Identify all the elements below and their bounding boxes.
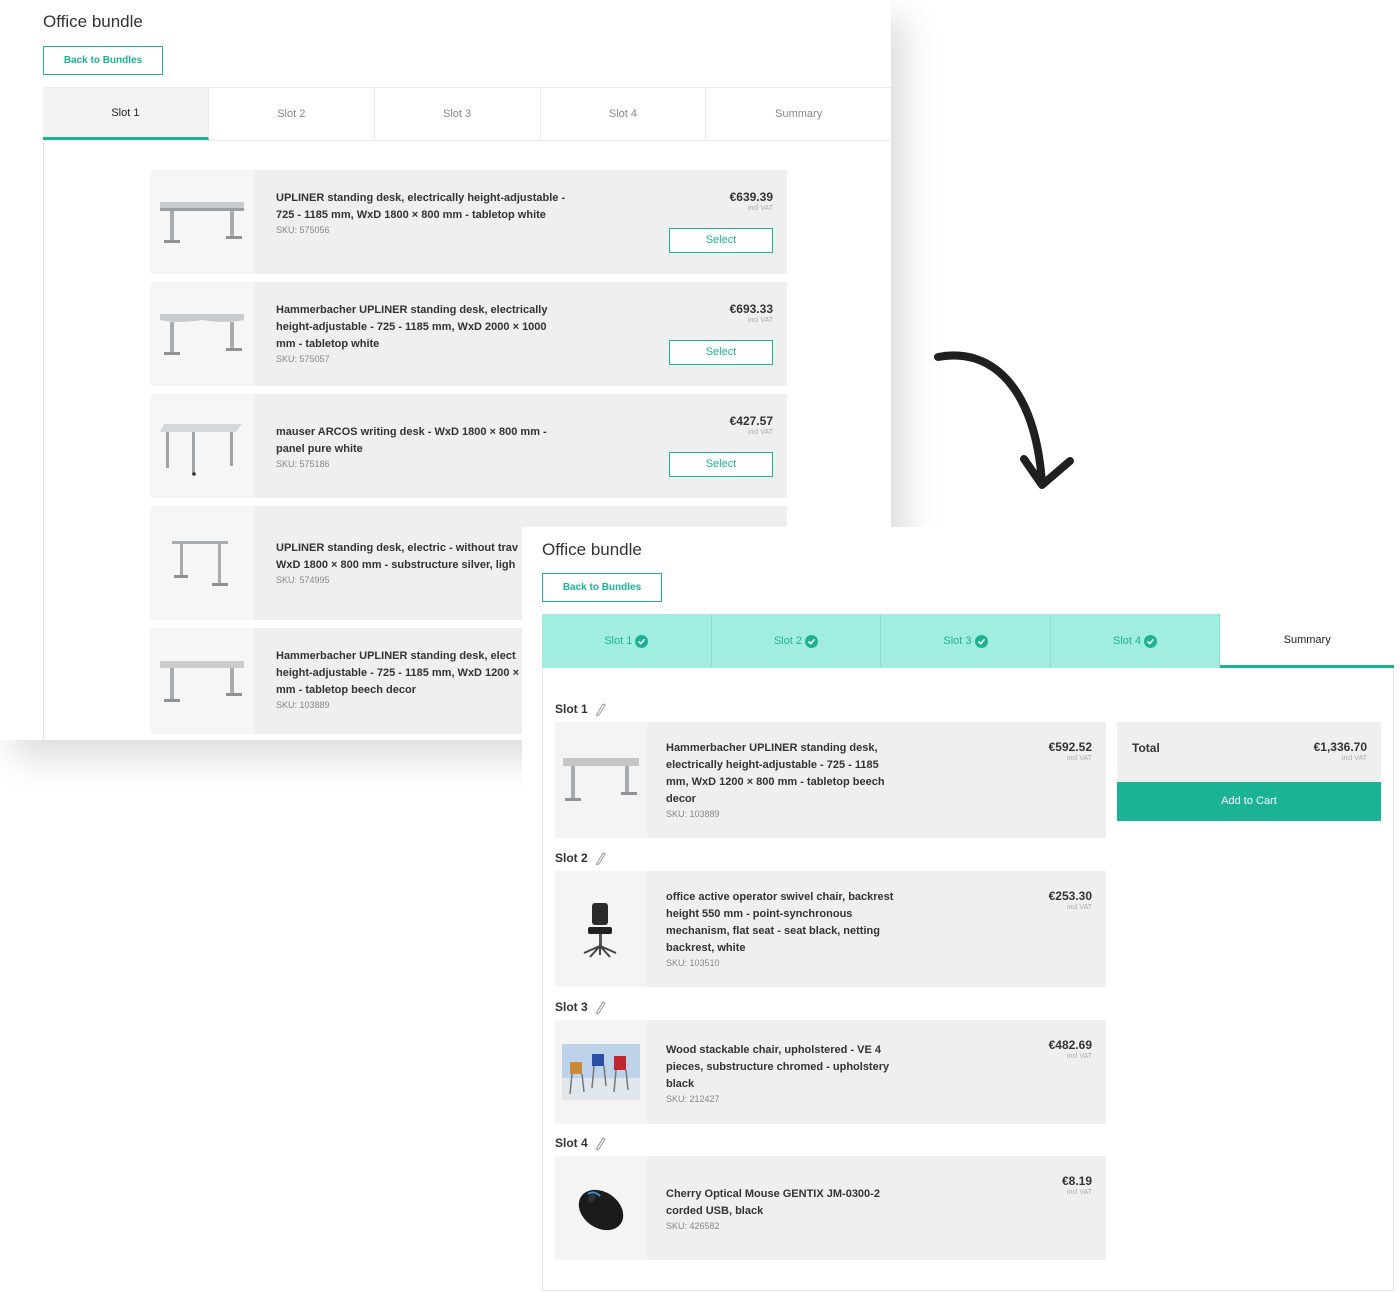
tab-slot-2[interactable]: Slot 2 xyxy=(711,614,882,668)
standing-desk-icon xyxy=(150,282,254,386)
edit-pencil-icon[interactable] xyxy=(594,702,606,716)
checkmark-icon xyxy=(804,634,818,648)
product-name: office active operator swivel chair, bac… xyxy=(666,891,894,954)
desk-frame-icon xyxy=(150,506,254,620)
product-price: €693.33 xyxy=(729,302,773,316)
product-name: UPLINER standing desk, electric - withou… xyxy=(276,542,519,571)
add-to-cart-button[interactable]: Add to Cart xyxy=(1117,782,1381,821)
curved-arrow-icon xyxy=(934,351,1074,489)
product-sku: SKU: 212427 xyxy=(666,1094,720,1104)
tab-slot-3[interactable]: Slot 3 xyxy=(375,88,541,140)
writing-desk-icon xyxy=(150,394,254,498)
bundle-screen-summary: Office bundle Back to Bundles Slot 1 Slo… xyxy=(522,527,1400,1292)
product-name: Hammerbacher UPLINER standing desk, elec… xyxy=(276,650,520,696)
tab-summary[interactable]: Summary xyxy=(1220,614,1395,668)
stackable-chairs-image xyxy=(555,1020,647,1124)
slot-heading: Slot 3 xyxy=(555,1000,606,1014)
content-divider xyxy=(43,141,44,740)
product-sku: SKU: 103889 xyxy=(666,809,720,819)
price-vat-note: incl VAT xyxy=(1066,1189,1092,1196)
slot-heading: Slot 1 xyxy=(555,702,606,716)
tab-slot-1[interactable]: Slot 1 xyxy=(542,614,712,668)
select-button[interactable]: Select xyxy=(669,452,773,477)
product-row: UPLINER standing desk, electrically heig… xyxy=(150,170,787,274)
tab-label: Slot 2 xyxy=(773,635,802,647)
product-price: €482.69 xyxy=(1048,1038,1092,1052)
price-vat-note: incl VAT xyxy=(1341,755,1367,762)
price-vat-note: incl VAT xyxy=(747,429,773,436)
product-sku: SKU: 575057 xyxy=(276,354,330,364)
slot-heading: Slot 4 xyxy=(555,1136,606,1150)
tab-slot-4[interactable]: Slot 4 xyxy=(1050,614,1221,668)
product-sku: SKU: 103510 xyxy=(666,958,720,968)
product-row: Hammerbacher UPLINER standing desk, elec… xyxy=(150,282,787,386)
product-name: Wood stackable chair, upholstered - VE 4… xyxy=(666,1044,890,1090)
tab-label: Slot 1 xyxy=(604,635,633,647)
slot-label: Slot 2 xyxy=(555,851,588,865)
page-title: Office bundle xyxy=(43,12,143,31)
mouse-icon xyxy=(555,1156,647,1260)
price-vat-note: incl VAT xyxy=(1066,1053,1092,1060)
checkmark-icon xyxy=(635,634,649,648)
slot-tabs: Slot 1 Slot 2 Slot 3 Slot 4 Summary xyxy=(542,614,1395,668)
price-vat-note: incl VAT xyxy=(1066,904,1092,911)
standing-desk-icon xyxy=(555,722,647,838)
slot-heading: Slot 2 xyxy=(555,851,606,865)
summary-item-row: Hammerbacher UPLINER standing desk, elec… xyxy=(555,722,1106,838)
edit-pencil-icon[interactable] xyxy=(594,1000,606,1014)
product-sku: SKU: 575186 xyxy=(276,459,330,469)
tab-summary[interactable]: Summary xyxy=(706,88,891,140)
slot-label: Slot 3 xyxy=(555,1000,588,1014)
checkmark-icon xyxy=(974,634,988,648)
standing-desk-icon xyxy=(150,628,254,734)
select-button[interactable]: Select xyxy=(669,340,773,365)
price-vat-note: incl VAT xyxy=(747,317,773,324)
tab-label: Slot 3 xyxy=(943,635,972,647)
product-price: €427.57 xyxy=(729,414,773,428)
product-row: mauser ARCOS writing desk - WxD 1800 × 8… xyxy=(150,394,787,498)
back-to-bundles-button[interactable]: Back to Bundles xyxy=(43,46,163,75)
product-price: €639.39 xyxy=(729,190,773,204)
product-sku: SKU: 103889 xyxy=(276,700,330,710)
select-button[interactable]: Select xyxy=(669,228,773,253)
product-sku: SKU: 426582 xyxy=(666,1221,720,1231)
tab-slot-2[interactable]: Slot 2 xyxy=(209,88,375,140)
product-name: Cherry Optical Mouse GENTIX JM-0300-2 co… xyxy=(666,1188,880,1217)
edit-pencil-icon[interactable] xyxy=(594,1136,606,1150)
product-price: €8.19 xyxy=(1061,1174,1092,1188)
standing-desk-icon xyxy=(150,170,254,274)
summary-item-row: Wood stackable chair, upholstered - VE 4… xyxy=(555,1020,1106,1124)
product-name: mauser ARCOS writing desk - WxD 1800 × 8… xyxy=(276,426,547,455)
slot-label: Slot 4 xyxy=(555,1136,588,1150)
summary-item-row: office active operator swivel chair, bac… xyxy=(555,871,1106,987)
price-vat-note: incl VAT xyxy=(747,205,773,212)
edit-pencil-icon[interactable] xyxy=(594,851,606,865)
total-label: Total xyxy=(1132,741,1160,755)
product-sku: SKU: 574995 xyxy=(276,575,330,585)
product-name: Hammerbacher UPLINER standing desk, elec… xyxy=(276,304,548,350)
price-vat-note: incl VAT xyxy=(1066,755,1092,762)
product-sku: SKU: 575056 xyxy=(276,225,330,235)
summary-item-row: Cherry Optical Mouse GENTIX JM-0300-2 co… xyxy=(555,1156,1106,1260)
total-price: €1,336.70 xyxy=(1313,740,1367,754)
product-price: €253.30 xyxy=(1048,889,1092,903)
back-to-bundles-button[interactable]: Back to Bundles xyxy=(542,573,662,602)
product-price: €592.52 xyxy=(1048,740,1092,754)
slot-label: Slot 1 xyxy=(555,702,588,716)
total-box: Total €1,336.70 incl VAT xyxy=(1117,722,1381,782)
swivel-chair-icon xyxy=(555,871,647,987)
product-name: Hammerbacher UPLINER standing desk, elec… xyxy=(666,742,885,805)
tab-label: Slot 4 xyxy=(1113,635,1142,647)
checkmark-icon xyxy=(1144,634,1158,648)
product-name: UPLINER standing desk, electrically heig… xyxy=(276,192,566,221)
tab-slot-1[interactable]: Slot 1 xyxy=(43,88,209,140)
tab-slot-4[interactable]: Slot 4 xyxy=(541,88,707,140)
slot-tabs: Slot 1 Slot 2 Slot 3 Slot 4 Summary xyxy=(43,87,891,141)
page-title: Office bundle xyxy=(542,540,642,559)
tab-slot-3[interactable]: Slot 3 xyxy=(881,614,1051,668)
